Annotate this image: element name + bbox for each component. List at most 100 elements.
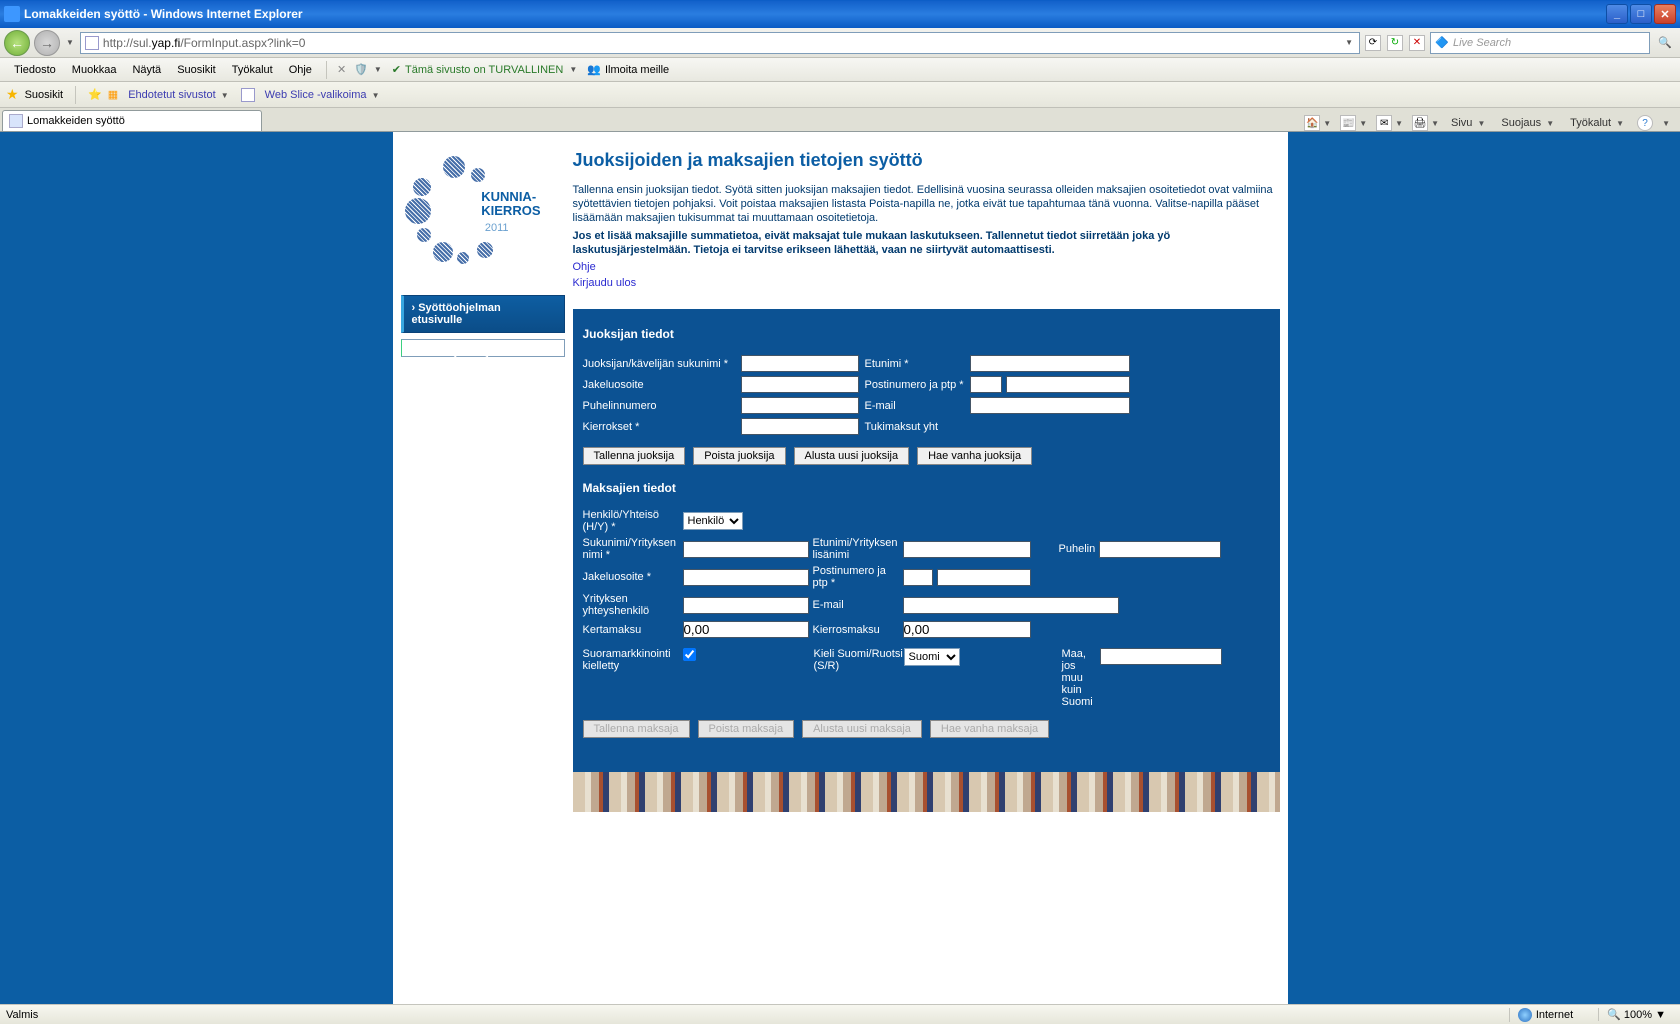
payer-type-select[interactable]: Henkilö <box>683 512 743 530</box>
report-button[interactable]: 👥 Ilmoita meille <box>583 63 673 76</box>
status-bar: Valmis Internet 🔍 100% ▼ <box>0 1004 1680 1024</box>
payer-nomarketing-checkbox[interactable] <box>683 648 696 661</box>
payer-firstname-input[interactable] <box>903 541 1031 558</box>
payer-lang-select[interactable]: Suomi <box>904 648 960 666</box>
payer-phone-input[interactable] <box>1099 541 1221 558</box>
runner-postal-label: Postinumero ja ptp * <box>865 379 970 391</box>
stop-icon[interactable]: ✕ <box>1409 35 1425 51</box>
compat-view-icon[interactable]: ⟳ <box>1365 35 1381 51</box>
new-runner-button[interactable]: Alusta uusi juoksija <box>794 447 910 465</box>
logout-link[interactable]: Kirjaudu ulos <box>573 277 1280 289</box>
window-title: Lomakkeiden syöttö - Windows Internet Ex… <box>24 7 1606 21</box>
favorites-label[interactable]: Suosikit <box>25 89 64 101</box>
webslice-link[interactable]: Web Slice -valikoima ▼ <box>261 89 386 101</box>
runner-phone-label: Puhelinnumero <box>583 400 741 412</box>
page-title: Juoksijoiden ja maksajien tietojen syött… <box>573 150 1280 171</box>
wot-status[interactable]: ✔ Tämä sivusto on TURVALLINEN ▼ <box>388 63 583 76</box>
payer-nomarketing-label: Suoramarkkinointi kielletty <box>583 648 683 672</box>
mail-icon[interactable]: ✉ <box>1376 115 1392 131</box>
logo: KUNNIA-KIERROS 2011 <box>401 150 551 270</box>
sidebar-item-home[interactable]: › Syöttöohjelmanetusivulle <box>401 295 565 333</box>
menu-tools[interactable]: Työkalut <box>224 62 281 78</box>
fetch-runner-button[interactable]: Hae vanha juoksija <box>917 447 1032 465</box>
tab-page-icon <box>9 114 23 128</box>
zoom-dropdown[interactable]: 🔍 100% ▼ <box>1607 1008 1666 1021</box>
status-ready: Valmis <box>6 1009 38 1021</box>
back-button[interactable]: ← <box>4 30 30 56</box>
menu-edit[interactable]: Muokkaa <box>64 62 125 78</box>
search-bar[interactable]: 🔷 Live Search <box>1430 32 1650 54</box>
address-dropdown[interactable]: ▼ <box>1345 38 1353 47</box>
menu-file[interactable]: Tiedosto <box>6 62 64 78</box>
payer-onetime-label: Kertamaksu <box>583 624 683 636</box>
safety-menu[interactable]: Suojaus ▼ <box>1497 117 1560 129</box>
add-favorite-icon[interactable]: ⭐ <box>88 88 102 101</box>
save-runner-button[interactable]: Tallenna juoksija <box>583 447 686 465</box>
refresh-icon[interactable]: ↻ <box>1387 35 1403 51</box>
tab-label: Lomakkeiden syöttö <box>27 115 125 127</box>
tab-active[interactable]: Lomakkeiden syöttö <box>2 110 262 131</box>
payer-postalcode-input[interactable] <box>903 569 933 586</box>
help-link[interactable]: Ohje <box>573 261 1280 273</box>
runner-firstname-input[interactable] <box>970 355 1130 372</box>
runner-address-label: Jakeluosoite <box>583 379 741 391</box>
payer-firstname-label: Etunimi/Yrityksen lisänimi <box>813 537 903 561</box>
favorites-star-icon[interactable]: ★ <box>6 86 19 103</box>
runner-address-input[interactable] <box>741 376 859 393</box>
runner-lastname-input[interactable] <box>741 355 859 372</box>
nav-toolbar: ← → ▼ http://sul.yap.fi/FormInput.aspx?l… <box>0 28 1680 58</box>
sidebar-item-select-runner[interactable]: › Valitse juoksija <box>401 339 565 357</box>
menu-bar: Tiedosto Muokkaa Näytä Suosikit Työkalut… <box>0 58 1680 82</box>
addon-close-icon[interactable]: ✕ <box>333 63 350 76</box>
intro-text-1: Tallenna ensin juoksijan tiedot. Syötä s… <box>573 183 1280 225</box>
window-titlebar: Lomakkeiden syöttö - Windows Internet Ex… <box>0 0 1680 28</box>
menu-view[interactable]: Näytä <box>124 62 169 78</box>
runner-postalcity-input[interactable] <box>1006 376 1130 393</box>
fetch-payer-button[interactable]: Hae vanha maksaja <box>930 720 1049 738</box>
print-icon[interactable]: 🖨 <box>1412 115 1428 131</box>
runner-section-title: Juoksijan tiedot <box>583 327 1270 341</box>
feeds-icon[interactable]: 📰 <box>1340 115 1356 131</box>
new-payer-button[interactable]: Alusta uusi maksaja <box>802 720 922 738</box>
runner-email-input[interactable] <box>970 397 1130 414</box>
page-menu[interactable]: Sivu ▼ <box>1447 117 1491 129</box>
footer-image <box>573 772 1280 812</box>
payer-postalcity-input[interactable] <box>937 569 1031 586</box>
delete-runner-button[interactable]: Poista juoksija <box>693 447 785 465</box>
runner-lastname-label: Juoksijan/kävelijän sukunimi * <box>583 358 741 370</box>
runner-postalcode-input[interactable] <box>970 376 1002 393</box>
runner-firstname-label: Etunimi * <box>865 358 970 370</box>
runner-phone-input[interactable] <box>741 397 859 414</box>
address-bar[interactable]: http://sul.yap.fi/FormInput.aspx?link=0 … <box>80 32 1360 54</box>
minimize-button[interactable]: _ <box>1606 4 1628 24</box>
help-icon[interactable]: ? <box>1637 115 1653 131</box>
home-icon[interactable]: 🏠 <box>1304 115 1320 131</box>
addon-icon-1[interactable]: 🛡️▼ <box>350 63 388 76</box>
payer-email-input[interactable] <box>903 597 1119 614</box>
payer-lang-label: Kieli Suomi/Ruotsi (S/R) <box>814 648 904 672</box>
payer-address-input[interactable] <box>683 569 809 586</box>
delete-payer-button[interactable]: Poista maksaja <box>698 720 795 738</box>
payer-phone-label: Puhelin <box>1059 543 1099 555</box>
payer-section-title: Maksajien tiedot <box>583 481 1270 495</box>
payer-lastname-label: Sukunimi/Yrityksen nimi * <box>583 537 683 561</box>
payer-lastname-input[interactable] <box>683 541 809 558</box>
menu-help[interactable]: Ohje <box>281 62 320 78</box>
forward-button[interactable]: → <box>34 30 60 56</box>
tools-menu[interactable]: Työkalut ▼ <box>1566 117 1630 129</box>
menu-favorites[interactable]: Suosikit <box>169 62 224 78</box>
payer-contact-input[interactable] <box>683 597 809 614</box>
save-payer-button[interactable]: Tallenna maksaja <box>583 720 690 738</box>
payer-country-input[interactable] <box>1100 648 1222 665</box>
maximize-button[interactable]: □ <box>1630 4 1652 24</box>
search-placeholder: Live Search <box>1453 37 1645 49</box>
runner-laps-input[interactable] <box>741 418 859 435</box>
nav-history-dropdown[interactable]: ▼ <box>66 38 74 47</box>
payer-onetime-input[interactable] <box>683 621 809 638</box>
payer-contact-label: Yrityksen yhteyshenkilö <box>583 593 683 617</box>
close-button[interactable]: ✕ <box>1654 4 1676 24</box>
payer-perlap-input[interactable] <box>903 621 1031 638</box>
payer-postal-label: Postinumero ja ptp * <box>813 565 903 589</box>
suggested-sites-link[interactable]: Ehdotetut sivustot ▼ <box>124 89 234 101</box>
search-button[interactable]: 🔍 <box>1654 36 1676 49</box>
